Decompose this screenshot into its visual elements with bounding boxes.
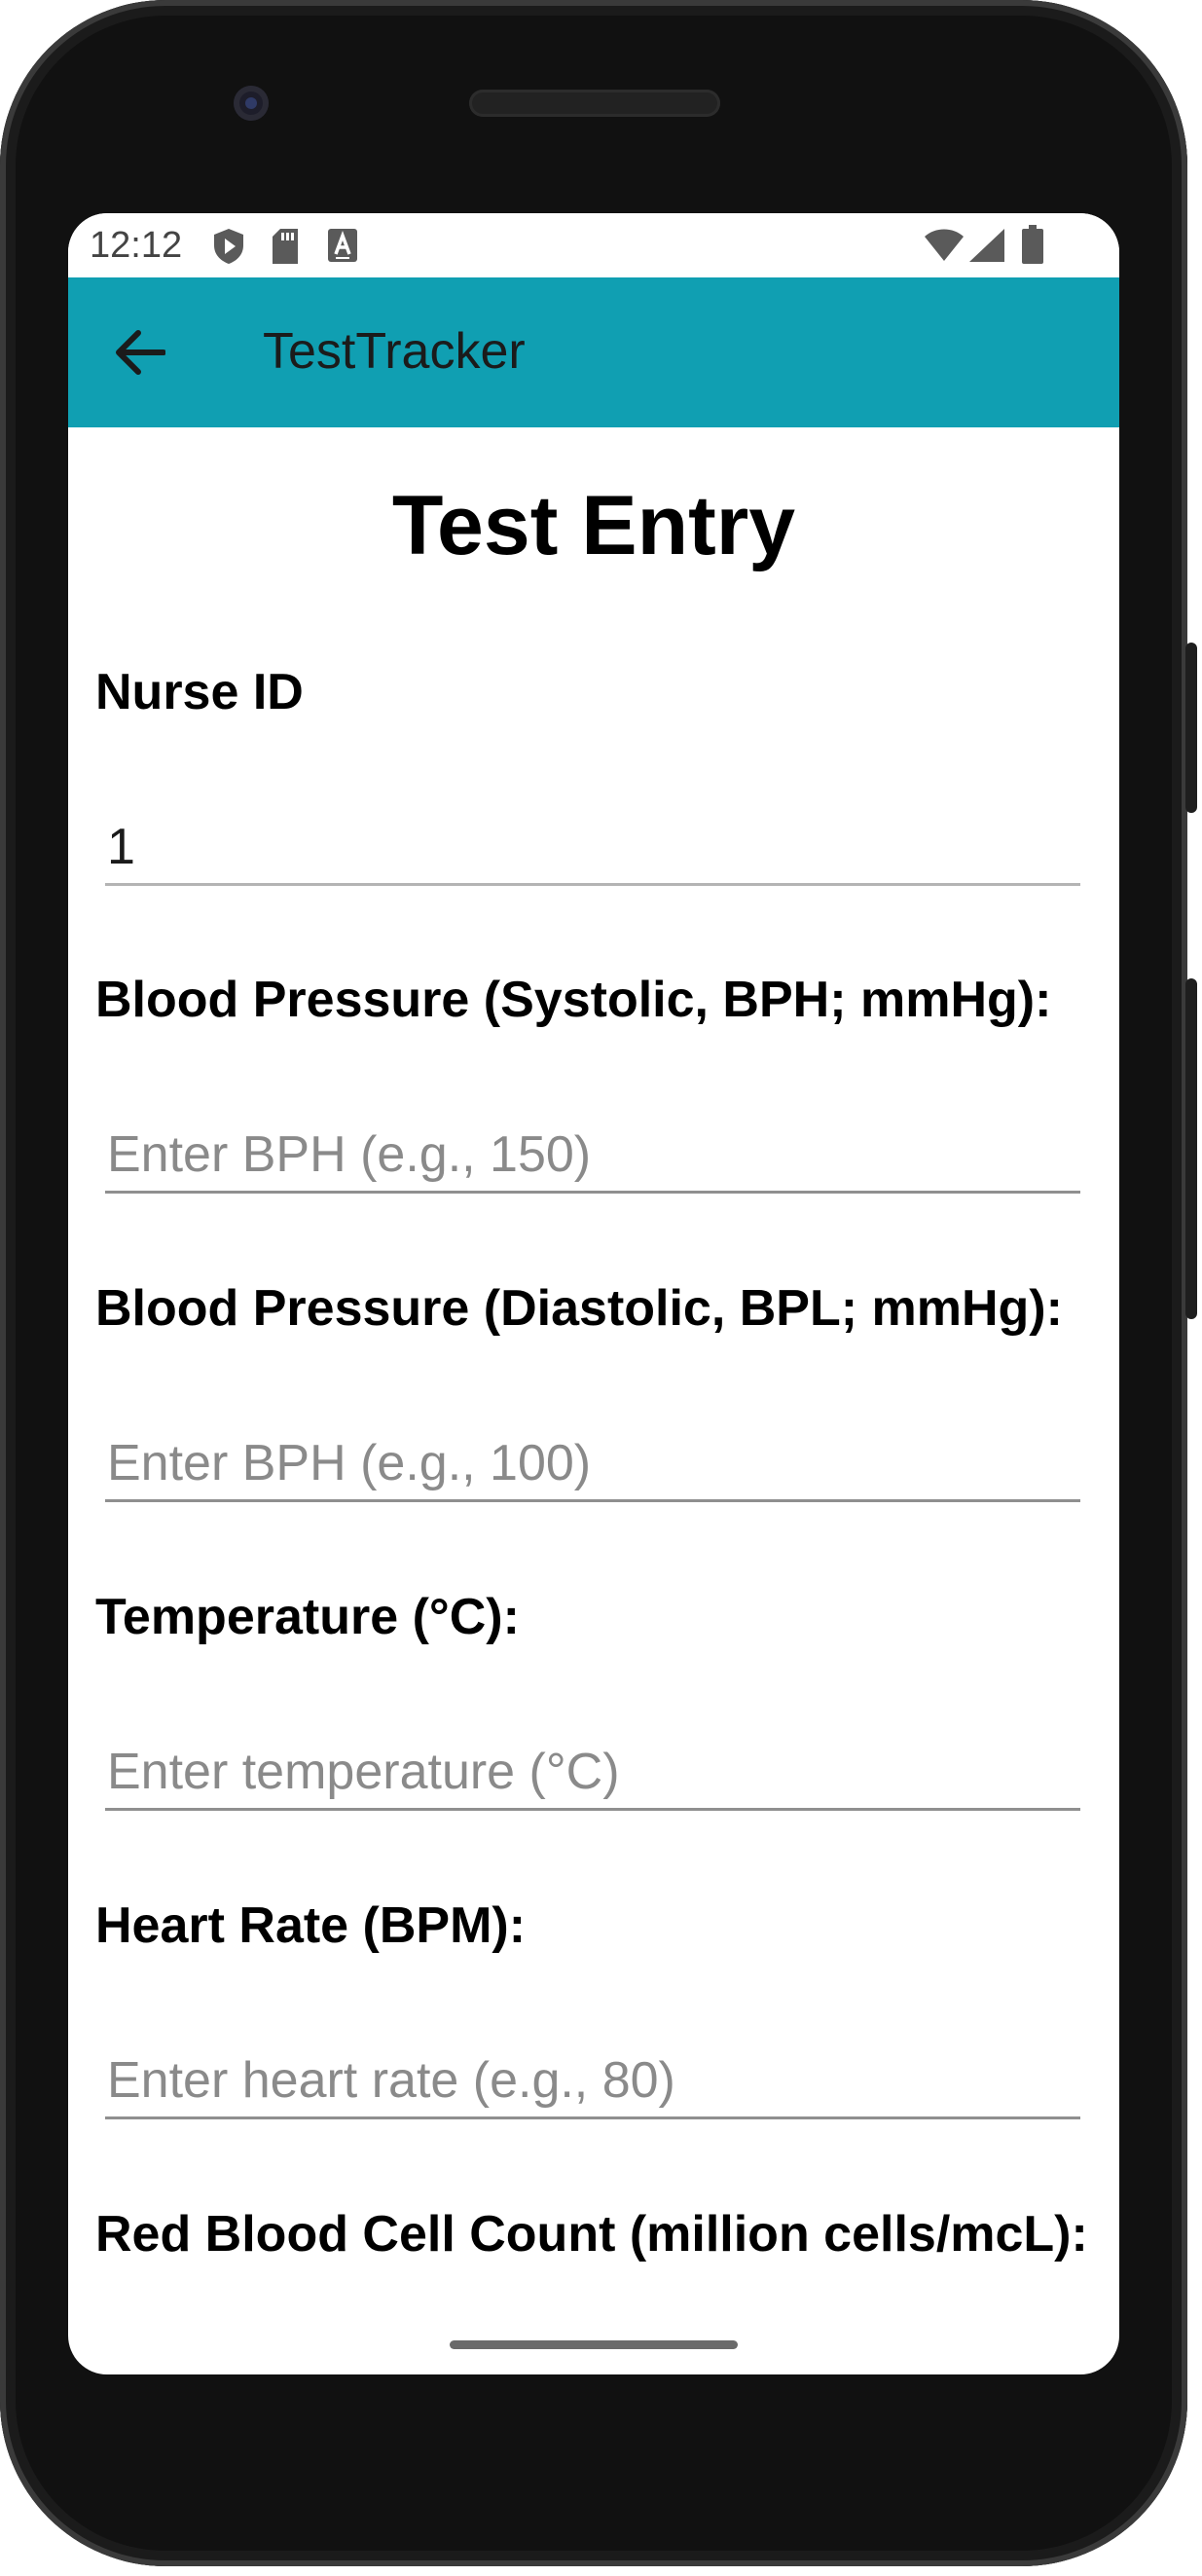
battery-icon xyxy=(1022,225,1043,264)
shield-play-icon xyxy=(214,229,243,264)
status-time: 12:12 xyxy=(90,225,183,266)
power-button xyxy=(1185,643,1197,813)
sd-card-icon xyxy=(273,229,298,264)
systolic-label: Blood Pressure (Systolic, BPH; mmHg): xyxy=(95,972,1052,1028)
back-button[interactable] xyxy=(107,319,173,386)
nurse-id-input[interactable] xyxy=(105,810,1080,886)
home-indicator[interactable] xyxy=(450,2340,738,2349)
systolic-input[interactable] xyxy=(105,1118,1080,1194)
rbc-count-label: Red Blood Cell Count (million cells/mcL)… xyxy=(95,2206,1088,2263)
page-title: Test Entry xyxy=(391,479,796,572)
keyboard-a-icon xyxy=(328,229,357,262)
temperature-input[interactable] xyxy=(105,1735,1080,1811)
diastolic-label: Blood Pressure (Diastolic, BPL; mmHg): xyxy=(95,1280,1063,1337)
arrow-back-icon xyxy=(116,330,165,375)
app-bar: TestTracker xyxy=(68,277,1119,427)
heart-rate-label: Heart Rate (BPM): xyxy=(95,1897,527,1954)
diastolic-input[interactable] xyxy=(105,1426,1080,1502)
screen: 12:12 TestTracker Test Entry Nurse ID 1 … xyxy=(68,213,1119,2374)
status-bar: 12:12 xyxy=(68,213,1119,277)
temperature-label: Temperature (°C): xyxy=(95,1589,520,1645)
app-title: TestTracker xyxy=(263,323,526,380)
cell-signal-icon xyxy=(969,229,1004,262)
wifi-icon xyxy=(925,229,964,261)
volume-button xyxy=(1185,978,1197,1319)
front-camera xyxy=(234,86,269,121)
heart-rate-input[interactable] xyxy=(105,2043,1080,2119)
nurse-id-label: Nurse ID xyxy=(95,664,304,720)
earpiece-speaker xyxy=(469,90,720,117)
